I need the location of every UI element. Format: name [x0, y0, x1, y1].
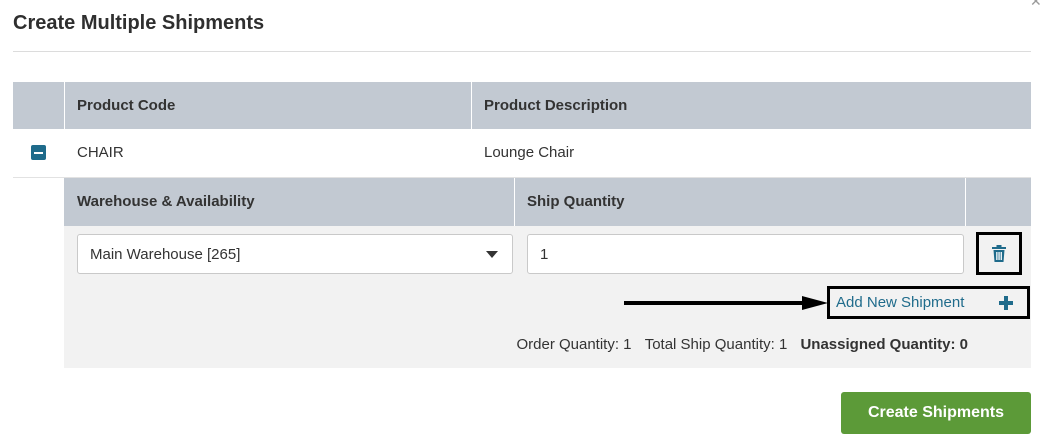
order-quantity: Order Quantity: 1 — [516, 336, 632, 353]
column-divider — [965, 178, 966, 226]
table-row: CHAIR Lounge Chair — [13, 129, 1031, 178]
trash-icon — [992, 245, 1006, 262]
column-divider — [64, 82, 65, 129]
collapse-row-button[interactable] — [31, 145, 46, 160]
delete-shipment-button[interactable] — [976, 232, 1022, 275]
warehouse-select[interactable]: Main Warehouse [265] — [77, 234, 513, 274]
shipments-panel: Main Warehouse [265] Add New Shipment Or… — [64, 226, 1031, 368]
header-product-code: Product Code — [77, 97, 176, 114]
column-divider — [514, 178, 515, 226]
products-table-header: Product Code Product Description — [13, 82, 1031, 129]
unassigned-quantity: Unassigned Quantity: 0 — [800, 336, 968, 353]
header-ship-quantity: Ship Quantity — [527, 193, 625, 210]
shipments-table-header: Warehouse & Availability Ship Quantity — [64, 178, 1031, 226]
header-warehouse: Warehouse & Availability — [77, 193, 255, 210]
add-new-shipment-button[interactable]: Add New Shipment — [827, 286, 1030, 319]
product-code-cell: CHAIR — [77, 144, 124, 161]
total-ship-quantity: Total Ship Quantity: 1 — [644, 336, 788, 353]
header-product-description: Product Description — [484, 97, 628, 114]
warehouse-select-value: Main Warehouse [265] — [90, 246, 241, 263]
dialog-title: Create Multiple Shipments — [13, 12, 265, 34]
close-icon[interactable]: ✕ — [1030, 0, 1042, 10]
ship-quantity-input[interactable] — [527, 234, 964, 274]
plus-icon — [999, 296, 1013, 310]
add-new-shipment-link[interactable]: Add New Shipment — [836, 289, 964, 316]
chevron-down-icon — [486, 251, 498, 258]
quantity-summary: Order Quantity: 1 Total Ship Quantity: 1… — [507, 336, 968, 353]
product-description-cell: Lounge Chair — [484, 144, 575, 161]
column-divider — [471, 82, 472, 129]
title-divider — [13, 51, 1031, 52]
create-shipments-button[interactable]: Create Shipments — [841, 392, 1031, 434]
arrow-annotation-icon — [624, 296, 828, 310]
